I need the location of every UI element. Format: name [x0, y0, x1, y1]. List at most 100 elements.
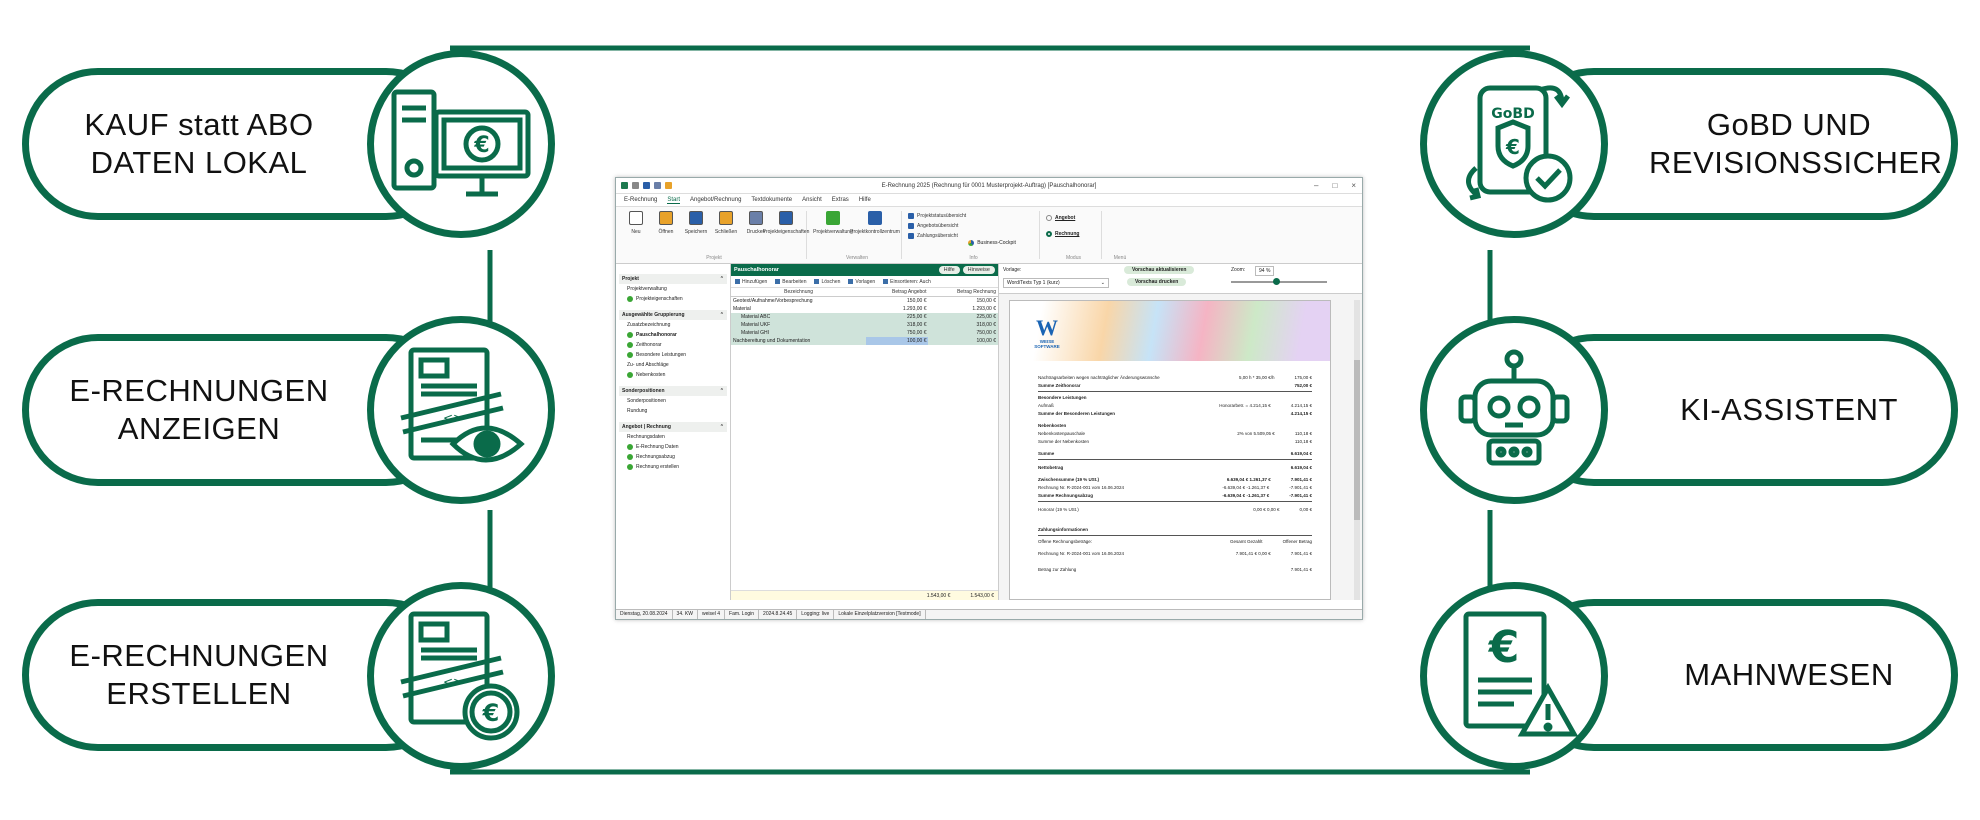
panel-title: Pauschalhonorar	[734, 267, 779, 273]
sidebar-item[interactable]: Zeithonorar	[619, 340, 727, 350]
sidebar-item[interactable]: Nebenkosten	[619, 370, 727, 380]
sidebar-item[interactable]: Projekteigenschaften	[619, 294, 727, 304]
robot-icon	[1420, 316, 1608, 504]
feature-line: REVISIONSSICHER	[1649, 145, 1943, 180]
invoice-line-detail: 7.901,41 € 0,00 €	[1235, 551, 1271, 556]
preview-scrollbar[interactable]	[1354, 300, 1360, 600]
check-icon	[627, 372, 633, 378]
sidebar-item[interactable]: Projektverwaltung	[619, 284, 727, 294]
ribbon-button[interactable]: Neu	[622, 211, 650, 259]
sidebar-item[interactable]: E-Rechnung Daten	[619, 442, 727, 452]
menu-item[interactable]: Hilfe	[859, 197, 871, 203]
table-row[interactable]: Material ABC 225,00 €225,00 €	[731, 313, 998, 321]
title-bar: E-Rechnung 2025 (Rechnung für 0001 Muste…	[616, 178, 1362, 194]
menu-item[interactable]: Ansicht	[802, 197, 822, 203]
invoice-line-value: Offener Betrag	[1282, 539, 1312, 544]
info-item[interactable]: Zahlungsübersicht	[908, 233, 966, 239]
invoice-line-value: 7.901,41 €	[1290, 477, 1312, 482]
info-item[interactable]: Angebotsübersicht	[908, 223, 966, 229]
table-row[interactable]: Material 1.293,00 € 1.293,00 €	[731, 305, 998, 313]
sidebar-item[interactable]: Zusatzbezeichnung	[619, 320, 727, 330]
table-row[interactable]: Material UKF 318,00 €318,00 €	[731, 321, 998, 329]
toolbar-button[interactable]: Vorlagen	[848, 279, 875, 285]
ribbon-button[interactable]: Speichern	[682, 211, 710, 259]
menu-item[interactable]: Angebot/Rechnung	[690, 197, 741, 203]
minimize-icon[interactable]: –	[1314, 181, 1318, 190]
modus-rechnung-radio[interactable]: Rechnung	[1046, 231, 1095, 237]
total-angebot: 1.543,00 €	[926, 592, 951, 599]
column-header[interactable]: Betrag Rechnung	[928, 288, 998, 297]
sidebar-item-label: Sonderpositionen	[627, 398, 666, 404]
help-button[interactable]: Hilfe	[938, 266, 960, 274]
check-icon	[627, 454, 633, 460]
maximize-icon[interactable]: □	[1332, 181, 1337, 190]
vorlage-select[interactable]: Word/Texts Typ 1 (kurz) ⌄	[1003, 278, 1109, 288]
sidebar-item[interactable]: Besondere Leistungen	[619, 350, 727, 360]
sidebar-section-header[interactable]: Ausgewählte Gruppierung ⌃	[619, 310, 727, 320]
table-row[interactable]: Geotext/Aufnahme/Vorbesprechung 150,00 € 1…	[731, 297, 998, 306]
sidebar-section-header[interactable]: Sonderpositionen ⌃	[619, 386, 727, 396]
sidebar-item-label: Nebenkosten	[636, 372, 666, 378]
invoice-line: Summe Rechnungsabzug -6.639,04 € -1.261,3…	[1038, 493, 1312, 498]
ribbon-button[interactable]: Projektverwaltung	[813, 211, 853, 259]
ribbon-button[interactable]: Drucken	[742, 211, 770, 259]
menu-item[interactable]: Extras	[832, 197, 849, 203]
column-header[interactable]: Betrag Angebot	[866, 288, 929, 297]
zoom-slider-thumb[interactable]	[1273, 278, 1280, 285]
svg-text:€: €	[1505, 135, 1520, 159]
toolbar-button[interactable]: Hinzufügen	[735, 279, 767, 285]
app-window: E-Rechnung 2025 (Rechnung für 0001 Muste…	[615, 177, 1363, 620]
preview-print-button[interactable]: Vorschau drucken	[1127, 278, 1187, 286]
ribbon-button[interactable]: Projekteigenschaften	[763, 211, 809, 259]
info-item-icon	[908, 213, 914, 219]
cell-betrag-rechnung: 150,00 €	[976, 298, 996, 304]
invoice-line: Summe 6.619,04 €	[1038, 451, 1312, 456]
toolbar-button[interactable]: Löschen	[814, 279, 840, 285]
invoice-line-value: 752,00 €	[1294, 383, 1312, 388]
invoice-line-text: Nebenkostenpauschale	[1038, 431, 1086, 436]
sidebar-section-header[interactable]: Projekt ⌃	[619, 274, 727, 284]
ribbon-button-icon	[719, 211, 733, 225]
menu-item[interactable]: Start	[667, 197, 681, 204]
ribbon-group-modus: Angebot Rechnung Modus	[1046, 211, 1102, 261]
ribbon-button[interactable]: Schließen	[712, 211, 740, 259]
sidebar-item[interactable]: Zu- und Abschläge	[619, 360, 727, 370]
modus-angebot-radio[interactable]: Angebot	[1046, 215, 1095, 221]
panel-toolbar: Hinzufügen Bearbeiten Löschen Vorlagen Einso…	[731, 276, 998, 288]
close-icon[interactable]: ×	[1351, 181, 1356, 190]
sidebar-item-label: Rechnungsabzug	[636, 454, 675, 460]
toolbar-button[interactable]: Einsortieren: Auch	[883, 279, 931, 285]
preview-update-button[interactable]: Vorschau aktualisieren	[1124, 266, 1195, 274]
ribbon-button[interactable]: Öffnen	[652, 211, 680, 259]
info-item[interactable]: Projektstatusübersicht	[908, 213, 966, 219]
sidebar-item[interactable]: Rechnung erstellen	[619, 462, 727, 472]
invoice-line-value: 175,00 €	[1294, 375, 1312, 380]
column-header[interactable]: Bezeichnung	[731, 288, 867, 297]
sidebar-item[interactable]: Pauschalhonorar	[619, 330, 727, 340]
toolbar-button[interactable]: Bearbeiten	[775, 279, 806, 285]
menu-item[interactable]: Textdokumente	[751, 197, 792, 203]
hints-button[interactable]: Hinweise	[962, 266, 995, 274]
zoom-input[interactable]: 94 %	[1255, 266, 1275, 276]
table-row[interactable]: Material GHI 750,00 €750,00 €	[731, 329, 998, 337]
sidebar-item[interactable]: Rechnungsabzug	[619, 452, 727, 462]
menu-item[interactable]: E-Rechnung	[624, 197, 657, 203]
sidebar-item[interactable]: Sonderpositionen	[619, 396, 727, 406]
ribbon-button[interactable]: Projektkontrollzentrum	[850, 211, 900, 259]
invoice-line-text: Rechnung Nr. R-2024-001 vom 16.06.2024	[1038, 485, 1125, 490]
sidebar-item[interactable]: Rechnungsdaten	[619, 432, 727, 442]
invoice-line-text: Zwischensumme (19 % USt.)	[1038, 477, 1100, 482]
ribbon-button-label: Speichern	[684, 229, 708, 235]
zoom-label: Zoom:	[1231, 267, 1246, 273]
divider	[1038, 535, 1312, 536]
info-item-label: Angebotsübersicht	[917, 223, 959, 229]
sidebar-item[interactable]: Rundung	[619, 406, 727, 416]
check-icon	[627, 444, 633, 450]
divider	[1038, 501, 1312, 502]
sidebar-section-header[interactable]: Angebot | Rechnung ⌃	[619, 422, 727, 432]
invoice-warning-icon: €	[1420, 582, 1608, 770]
ribbon-button-label: Projekteigenschaften	[762, 229, 810, 235]
table-row[interactable]: Nachbereitung und Dokumentation 100,00 €1…	[731, 337, 998, 345]
modus-angebot-label: Angebot	[1055, 215, 1076, 221]
status-item: 34. KW	[673, 610, 698, 619]
